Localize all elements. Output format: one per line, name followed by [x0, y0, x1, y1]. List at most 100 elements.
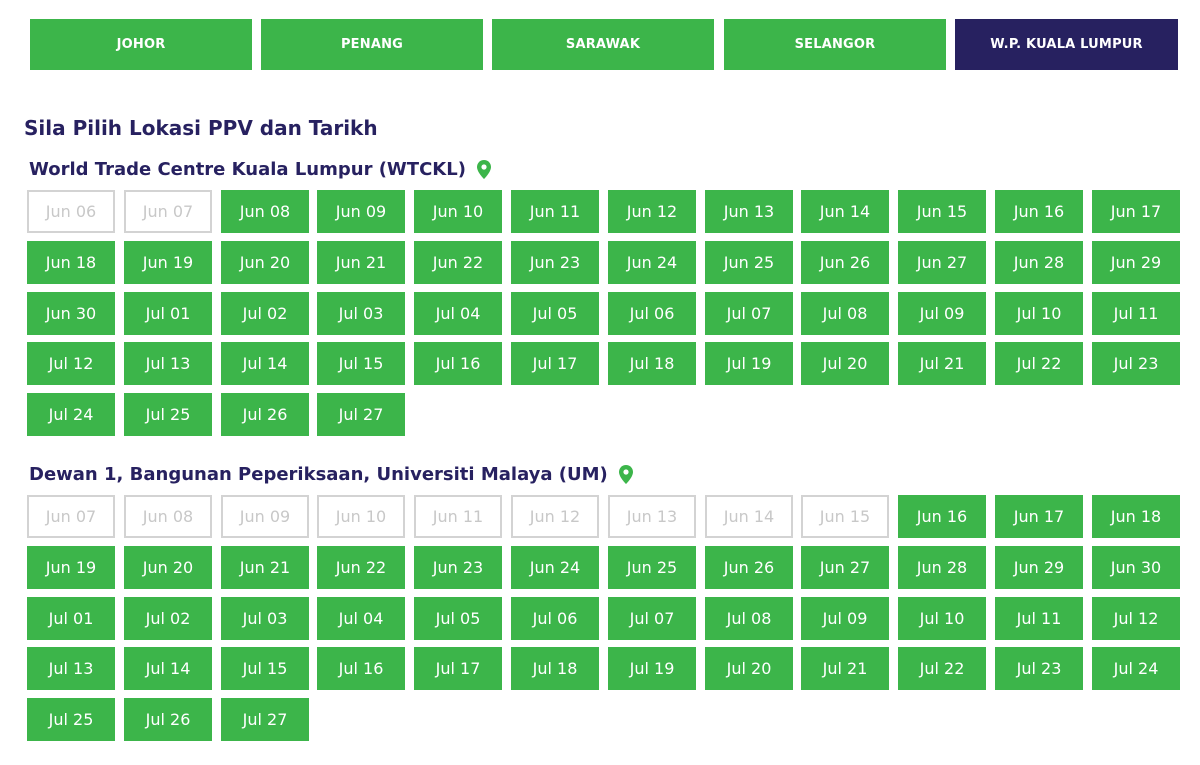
date-button[interactable]: Jul 02	[221, 292, 309, 335]
tab-wp-kuala-lumpur[interactable]: W.P. KUALA LUMPUR	[955, 19, 1178, 70]
date-button[interactable]: Jul 21	[801, 647, 889, 690]
date-button[interactable]: Jul 24	[1092, 647, 1180, 690]
date-button[interactable]: Jun 10	[414, 190, 502, 233]
date-button[interactable]: Jul 26	[221, 393, 309, 436]
date-button[interactable]: Jun 25	[705, 241, 793, 284]
date-button[interactable]: Jul 15	[317, 342, 405, 385]
date-button[interactable]: Jul 04	[317, 597, 405, 640]
date-button[interactable]: Jun 20	[221, 241, 309, 284]
date-button[interactable]: Jul 20	[705, 647, 793, 690]
date-button[interactable]: Jun 18	[1092, 495, 1180, 538]
tab-johor[interactable]: JOHOR	[30, 19, 252, 70]
date-button[interactable]: Jul 19	[705, 342, 793, 385]
date-button[interactable]: Jul 13	[27, 647, 115, 690]
date-button[interactable]: Jul 18	[511, 647, 599, 690]
date-button[interactable]: Jun 12	[608, 190, 696, 233]
date-button: Jun 07	[124, 190, 212, 233]
date-button[interactable]: Jun 11	[511, 190, 599, 233]
date-button[interactable]: Jun 19	[27, 546, 115, 589]
date-button[interactable]: Jul 26	[124, 698, 212, 741]
date-button[interactable]: Jul 27	[221, 698, 309, 741]
date-button[interactable]: Jul 08	[705, 597, 793, 640]
tab-selangor[interactable]: SELANGOR	[724, 19, 946, 70]
date-button[interactable]: Jun 20	[124, 546, 212, 589]
date-button[interactable]: Jul 23	[1092, 342, 1180, 385]
date-button[interactable]: Jun 26	[801, 241, 889, 284]
date-button[interactable]: Jul 08	[801, 292, 889, 335]
date-button[interactable]: Jun 30	[27, 292, 115, 335]
date-button[interactable]: Jul 07	[705, 292, 793, 335]
date-button[interactable]: Jun 09	[317, 190, 405, 233]
date-button[interactable]: Jul 21	[898, 342, 986, 385]
date-button[interactable]: Jun 08	[221, 190, 309, 233]
date-button[interactable]: Jul 11	[1092, 292, 1180, 335]
map-pin-icon	[618, 465, 633, 484]
date-button[interactable]: Jun 15	[898, 190, 986, 233]
date-button[interactable]: Jun 29	[995, 546, 1083, 589]
date-button[interactable]: Jul 07	[608, 597, 696, 640]
date-button[interactable]: Jun 25	[608, 546, 696, 589]
date-button[interactable]: Jun 22	[317, 546, 405, 589]
date-button[interactable]: Jun 24	[608, 241, 696, 284]
date-button[interactable]: Jul 09	[801, 597, 889, 640]
date-button[interactable]: Jul 11	[995, 597, 1083, 640]
date-button[interactable]: Jul 05	[511, 292, 599, 335]
date-button[interactable]: Jul 01	[124, 292, 212, 335]
date-button[interactable]: Jun 29	[1092, 241, 1180, 284]
date-button[interactable]: Jun 14	[801, 190, 889, 233]
date-button[interactable]: Jul 25	[27, 698, 115, 741]
date-button[interactable]: Jul 04	[414, 292, 502, 335]
date-button[interactable]: Jun 16	[995, 190, 1083, 233]
date-button[interactable]: Jul 10	[898, 597, 986, 640]
date-button[interactable]: Jul 13	[124, 342, 212, 385]
date-button[interactable]: Jun 18	[27, 241, 115, 284]
date-button[interactable]: Jun 23	[414, 546, 502, 589]
date-button[interactable]: Jul 27	[317, 393, 405, 436]
date-button[interactable]: Jun 23	[511, 241, 599, 284]
date-button[interactable]: Jul 14	[124, 647, 212, 690]
date-button[interactable]: Jul 16	[317, 647, 405, 690]
location-name: Dewan 1, Bangunan Peperiksaan, Universit…	[29, 464, 608, 485]
date-button[interactable]: Jun 21	[221, 546, 309, 589]
date-button[interactable]: Jul 14	[221, 342, 309, 385]
date-button[interactable]: Jun 22	[414, 241, 502, 284]
date-button[interactable]: Jul 23	[995, 647, 1083, 690]
date-button[interactable]: Jun 16	[898, 495, 986, 538]
date-button[interactable]: Jun 13	[705, 190, 793, 233]
date-button[interactable]: Jul 06	[511, 597, 599, 640]
date-button[interactable]: Jul 10	[995, 292, 1083, 335]
date-button[interactable]: Jun 21	[317, 241, 405, 284]
date-button[interactable]: Jun 17	[1092, 190, 1180, 233]
date-button[interactable]: Jul 24	[27, 393, 115, 436]
date-button[interactable]: Jul 12	[27, 342, 115, 385]
date-button[interactable]: Jul 03	[317, 292, 405, 335]
date-button[interactable]: Jul 22	[898, 647, 986, 690]
date-button[interactable]: Jul 18	[608, 342, 696, 385]
tab-penang[interactable]: PENANG	[261, 19, 483, 70]
date-button[interactable]: Jul 06	[608, 292, 696, 335]
tab-sarawak[interactable]: SARAWAK	[492, 19, 714, 70]
date-button[interactable]: Jul 17	[511, 342, 599, 385]
date-button[interactable]: Jul 05	[414, 597, 502, 640]
date-button[interactable]: Jun 17	[995, 495, 1083, 538]
date-button[interactable]: Jul 15	[221, 647, 309, 690]
date-button[interactable]: Jun 26	[705, 546, 793, 589]
date-button[interactable]: Jul 02	[124, 597, 212, 640]
date-button[interactable]: Jun 19	[124, 241, 212, 284]
date-button[interactable]: Jul 01	[27, 597, 115, 640]
date-button[interactable]: Jul 12	[1092, 597, 1180, 640]
date-button[interactable]: Jul 09	[898, 292, 986, 335]
date-button[interactable]: Jul 16	[414, 342, 502, 385]
date-button[interactable]: Jun 27	[801, 546, 889, 589]
date-button[interactable]: Jul 19	[608, 647, 696, 690]
date-button[interactable]: Jul 03	[221, 597, 309, 640]
date-button[interactable]: Jul 17	[414, 647, 502, 690]
date-button[interactable]: Jul 20	[801, 342, 889, 385]
date-button[interactable]: Jun 24	[511, 546, 599, 589]
date-button[interactable]: Jun 28	[995, 241, 1083, 284]
date-button[interactable]: Jun 27	[898, 241, 986, 284]
date-button[interactable]: Jul 25	[124, 393, 212, 436]
date-button[interactable]: Jul 22	[995, 342, 1083, 385]
date-button[interactable]: Jun 28	[898, 546, 986, 589]
date-button[interactable]: Jun 30	[1092, 546, 1180, 589]
